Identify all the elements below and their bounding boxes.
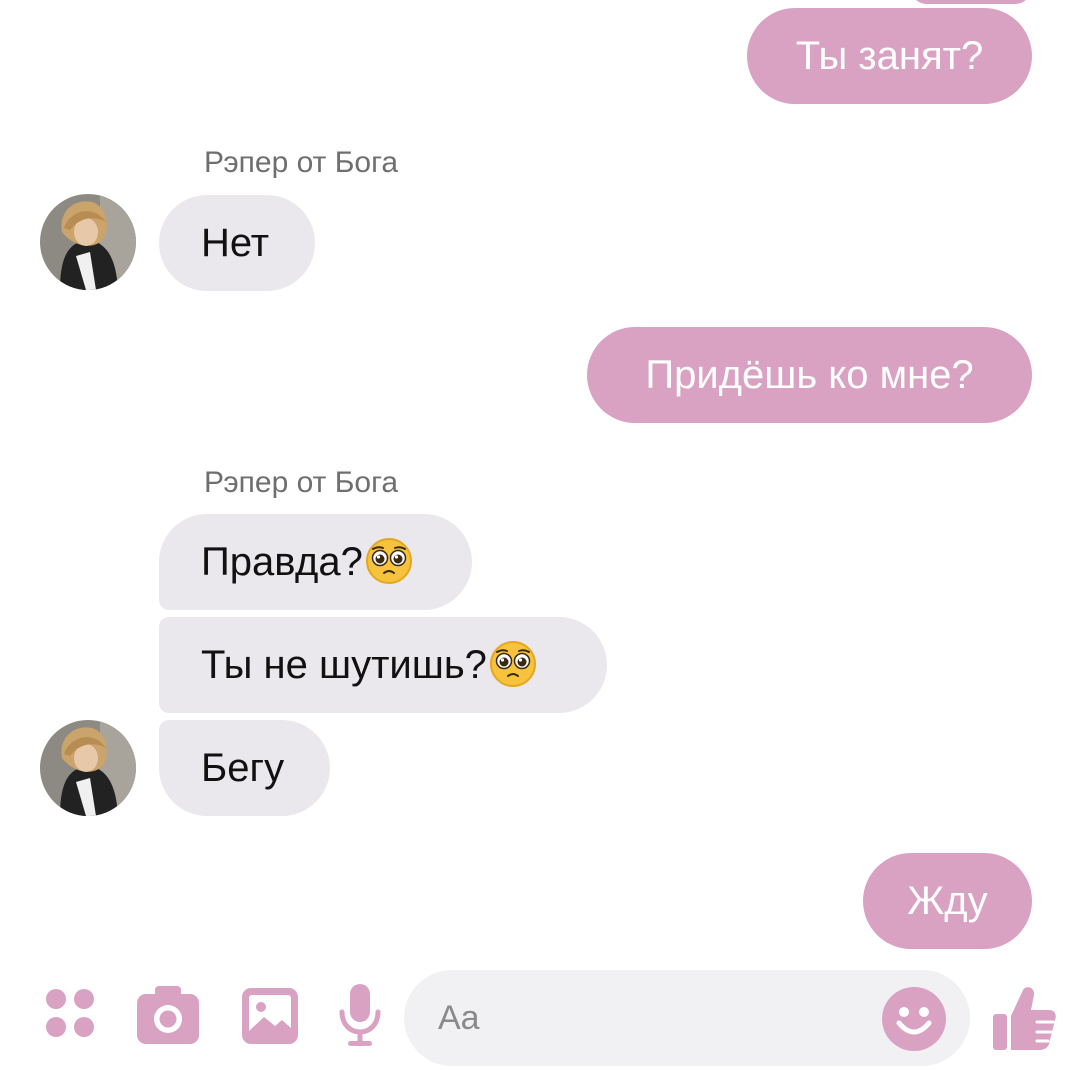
sender-name: Рэпер от Бога [204, 466, 399, 499]
incoming-message[interactable]: Нет [159, 195, 315, 291]
microphone-icon[interactable] [338, 984, 382, 1048]
message-input-placeholder: Aa [438, 999, 480, 1037]
message-text: Ты занят? [795, 34, 984, 78]
message-text: Придёшь ко мне? [645, 353, 974, 397]
incoming-message[interactable]: Бегу [159, 720, 330, 816]
message-text: Ты не шутишь? [201, 643, 487, 687]
composer-bar: Aa [0, 960, 1080, 1070]
pleading-face-emoji [489, 641, 536, 688]
apps-icon[interactable] [44, 986, 96, 1040]
avatar[interactable] [40, 194, 136, 290]
message-text: Правда? [201, 540, 363, 584]
emoji-icon[interactable] [882, 987, 946, 1051]
message-text: Жду [907, 879, 988, 923]
message-text: Бегу [201, 746, 285, 790]
camera-icon[interactable] [137, 986, 199, 1044]
incoming-message[interactable]: Правда? [159, 514, 472, 610]
outgoing-message[interactable]: Жду [863, 853, 1032, 949]
sender-name: Рэпер от Бога [204, 146, 399, 179]
message-input[interactable]: Aa [404, 970, 970, 1066]
thumbs-up-icon[interactable] [993, 986, 1057, 1052]
previous-message-edge [912, 0, 1030, 4]
message-text: Нет [201, 221, 270, 265]
incoming-message[interactable]: Ты не шутишь? [159, 617, 607, 713]
outgoing-message[interactable]: Ты занят? [747, 8, 1032, 104]
image-icon[interactable] [242, 988, 298, 1044]
pleading-face-emoji [365, 538, 412, 585]
outgoing-message[interactable]: Придёшь ко мне? [587, 327, 1032, 423]
avatar[interactable] [40, 720, 136, 816]
message-thread[interactable]: Ты занят? Рэпер от Бога Нет Придёшь ко м… [0, 0, 1080, 960]
